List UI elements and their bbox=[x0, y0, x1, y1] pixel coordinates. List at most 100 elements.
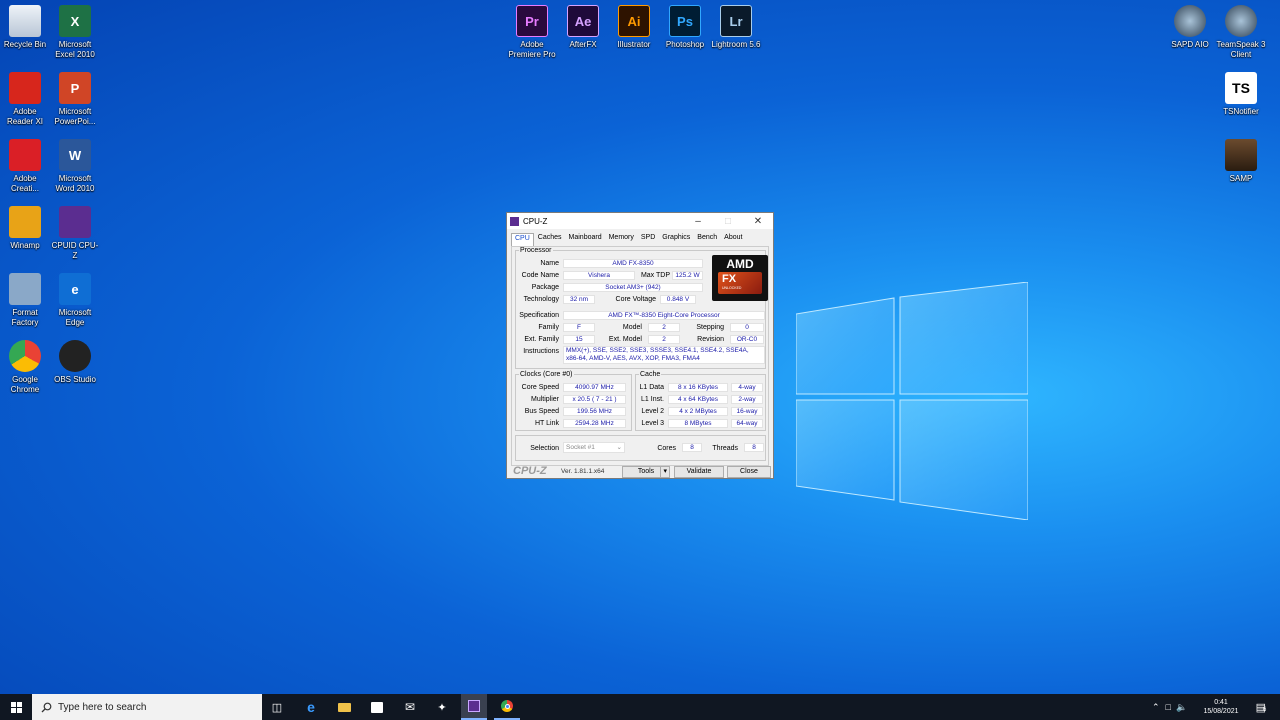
desktop-shortcut-label: Lightroom 5.6 bbox=[711, 40, 761, 49]
cache-l1inst-size: 4 x 64 KBytes bbox=[668, 395, 728, 404]
desktop-shortcut[interactable]: SAMP bbox=[1216, 139, 1266, 184]
amd-fx-text: FX bbox=[722, 273, 737, 285]
desktop-shortcut[interactable]: e Microsoft Edge bbox=[50, 273, 100, 328]
taskbar-cpuz[interactable] bbox=[461, 694, 487, 720]
taskbar-search-box[interactable]: Type here to search bbox=[32, 694, 262, 720]
corevoltage-label: Core Voltage bbox=[615, 296, 656, 303]
clock-time: 0:41 bbox=[1214, 699, 1228, 706]
desktop-shortcut[interactable]: P Microsoft PowerPoi... bbox=[50, 72, 100, 127]
corespeed-value: 4090.97 MHz bbox=[563, 383, 626, 392]
desktop-shortcut[interactable]: TeamSpeak 3 Client bbox=[1216, 5, 1266, 60]
tab-spd[interactable]: SPD bbox=[638, 233, 658, 246]
desktop-shortcut[interactable]: Format Factory bbox=[0, 273, 50, 328]
desktop-shortcut[interactable]: Ps Photoshop bbox=[660, 5, 710, 50]
extmodel-label: Ext. Model bbox=[608, 336, 642, 343]
chevron-down-icon: ⌄ bbox=[616, 444, 622, 451]
clocks-legend: Clocks (Core #0) bbox=[520, 371, 573, 378]
samp-icon bbox=[1225, 139, 1257, 171]
cache-l2-way: 16-way bbox=[731, 407, 763, 416]
desktop-shortcut-label: Google Chrome bbox=[10, 375, 40, 394]
desktop-shortcut[interactable]: Lr Lightroom 5.6 bbox=[711, 5, 761, 50]
taskbar-edge[interactable]: e bbox=[298, 694, 324, 720]
speaker-icon[interactable]: 🔈 bbox=[1176, 702, 1187, 713]
taskbar-file-explorer[interactable] bbox=[331, 694, 357, 720]
cpuz-icon bbox=[468, 700, 480, 712]
desktop-shortcut[interactable]: Ai Illustrator bbox=[609, 5, 659, 50]
cache-l3-label: Level 3 bbox=[641, 420, 664, 427]
clock[interactable]: 0:41 15/08/2021 bbox=[1200, 694, 1242, 720]
cache-legend: Cache bbox=[640, 371, 661, 378]
mail-icon: ✉ bbox=[404, 700, 416, 714]
busspeed-value: 199.56 MHz bbox=[563, 407, 626, 416]
desktop-shortcut[interactable]: Ae AfterFX bbox=[558, 5, 608, 50]
instructions-line-1: MMX(+), SSE, SSE2, SSE3, SSSE3, SSE4.1, … bbox=[566, 347, 749, 354]
show-hidden-icons-icon[interactable]: ⌃ bbox=[1152, 702, 1160, 713]
word-icon: W bbox=[59, 139, 91, 171]
desktop-shortcut[interactable]: Google Chrome bbox=[0, 340, 50, 395]
desktop-shortcut-label: Microsoft Word 2010 bbox=[55, 174, 95, 193]
desktop-shortcut[interactable]: Pr Adobe Premiere Pro bbox=[507, 5, 557, 60]
chrome-icon bbox=[501, 700, 513, 712]
tab-mainboard[interactable]: Mainboard bbox=[566, 233, 605, 246]
corespeed-label: Core Speed bbox=[521, 384, 559, 391]
busspeed-label: Bus Speed bbox=[524, 408, 559, 415]
desktop-shortcut-label: Microsoft PowerPoi... bbox=[54, 107, 96, 126]
amd-fx-logo: AMD FX UNLOCKED bbox=[712, 255, 768, 301]
cache-l1inst-label: L1 Inst. bbox=[641, 396, 664, 403]
desktop-shortcut[interactable]: Adobe Reader XI bbox=[0, 72, 50, 127]
desktop-shortcut[interactable]: CPUID CPU-Z bbox=[50, 206, 100, 261]
clock-date: 15/08/2021 bbox=[1203, 708, 1239, 715]
cache-l2-label: Level 2 bbox=[641, 408, 664, 415]
desktop-shortcut[interactable]: Winamp bbox=[0, 206, 50, 251]
tab-caches[interactable]: Caches bbox=[535, 233, 565, 246]
cpuz-window[interactable]: CPU-Z – □ ✕ CPU Caches Mainboard Memory … bbox=[506, 212, 774, 479]
desktop-shortcut[interactable]: TS TSNotifier bbox=[1216, 72, 1266, 117]
photoshop-icon: Ps bbox=[669, 5, 701, 37]
tools-button[interactable]: Tools ▾ bbox=[622, 466, 670, 478]
desktop-shortcut[interactable]: SAPD AIO bbox=[1165, 5, 1215, 50]
close-button[interactable]: Close bbox=[727, 466, 771, 478]
processor-legend: Processor bbox=[520, 247, 552, 254]
desktop-shortcut[interactable]: OBS Studio bbox=[50, 340, 100, 385]
family-label: Family bbox=[538, 324, 559, 331]
desktop-shortcut-label: TeamSpeak 3 Client bbox=[1216, 40, 1266, 59]
stepping-label: Stepping bbox=[696, 324, 724, 331]
tab-graphics[interactable]: Graphics bbox=[659, 233, 693, 246]
taskbar-chrome[interactable] bbox=[494, 694, 520, 720]
obs-icon bbox=[59, 340, 91, 372]
cpuz-brand: CPU-Z bbox=[513, 465, 547, 477]
network-icon[interactable]: □ bbox=[1166, 702, 1171, 712]
tab-cpu[interactable]: CPU bbox=[511, 233, 534, 246]
desktop-shortcut-label: Photoshop bbox=[665, 40, 705, 49]
cpuz-titlebar[interactable]: CPU-Z – □ ✕ bbox=[507, 213, 773, 229]
validate-button[interactable]: Validate bbox=[674, 466, 724, 478]
adobe-reader-icon bbox=[9, 72, 41, 104]
selection-dropdown[interactable]: Socket #1 ⌄ bbox=[563, 442, 625, 453]
tab-about[interactable]: About bbox=[721, 233, 745, 246]
close-window-button[interactable]: ✕ bbox=[743, 213, 773, 229]
amd-logo-text: AMD bbox=[726, 257, 754, 271]
selection-value: Socket #1 bbox=[566, 444, 595, 451]
minimize-button[interactable]: – bbox=[683, 213, 713, 229]
maxtdp-label: Max TDP bbox=[640, 272, 670, 279]
desktop-shortcut[interactable]: W Microsoft Word 2010 bbox=[50, 139, 100, 194]
start-button[interactable] bbox=[0, 694, 32, 720]
desktop-shortcut[interactable]: Adobe Creati... bbox=[0, 139, 50, 194]
taskbar-security[interactable]: ✦ bbox=[429, 694, 455, 720]
desktop-shortcut[interactable]: Recycle Bin bbox=[0, 5, 50, 50]
desktop-shortcut[interactable]: X Microsoft Excel 2010 bbox=[50, 5, 100, 60]
maximize-button[interactable]: □ bbox=[713, 213, 743, 229]
codename-value: Vishera bbox=[563, 271, 635, 280]
task-view-button[interactable]: ◫ bbox=[264, 694, 290, 720]
action-center-button[interactable]: ▤ 6 bbox=[1250, 694, 1272, 720]
adobe-creative-cloud-icon bbox=[9, 139, 41, 171]
desktop-shortcut-label: Adobe Reader XI bbox=[6, 107, 44, 126]
tab-memory[interactable]: Memory bbox=[606, 233, 637, 246]
taskbar-mail[interactable]: ✉ bbox=[397, 694, 423, 720]
cpuz-version: Ver. 1.81.1.x64 bbox=[561, 468, 605, 475]
tab-bench[interactable]: Bench bbox=[694, 233, 720, 246]
taskbar-store[interactable] bbox=[364, 694, 390, 720]
name-label: Name bbox=[540, 260, 559, 267]
winamp-icon bbox=[9, 206, 41, 238]
desktop-shortcut-label: CPUID CPU-Z bbox=[51, 241, 99, 260]
